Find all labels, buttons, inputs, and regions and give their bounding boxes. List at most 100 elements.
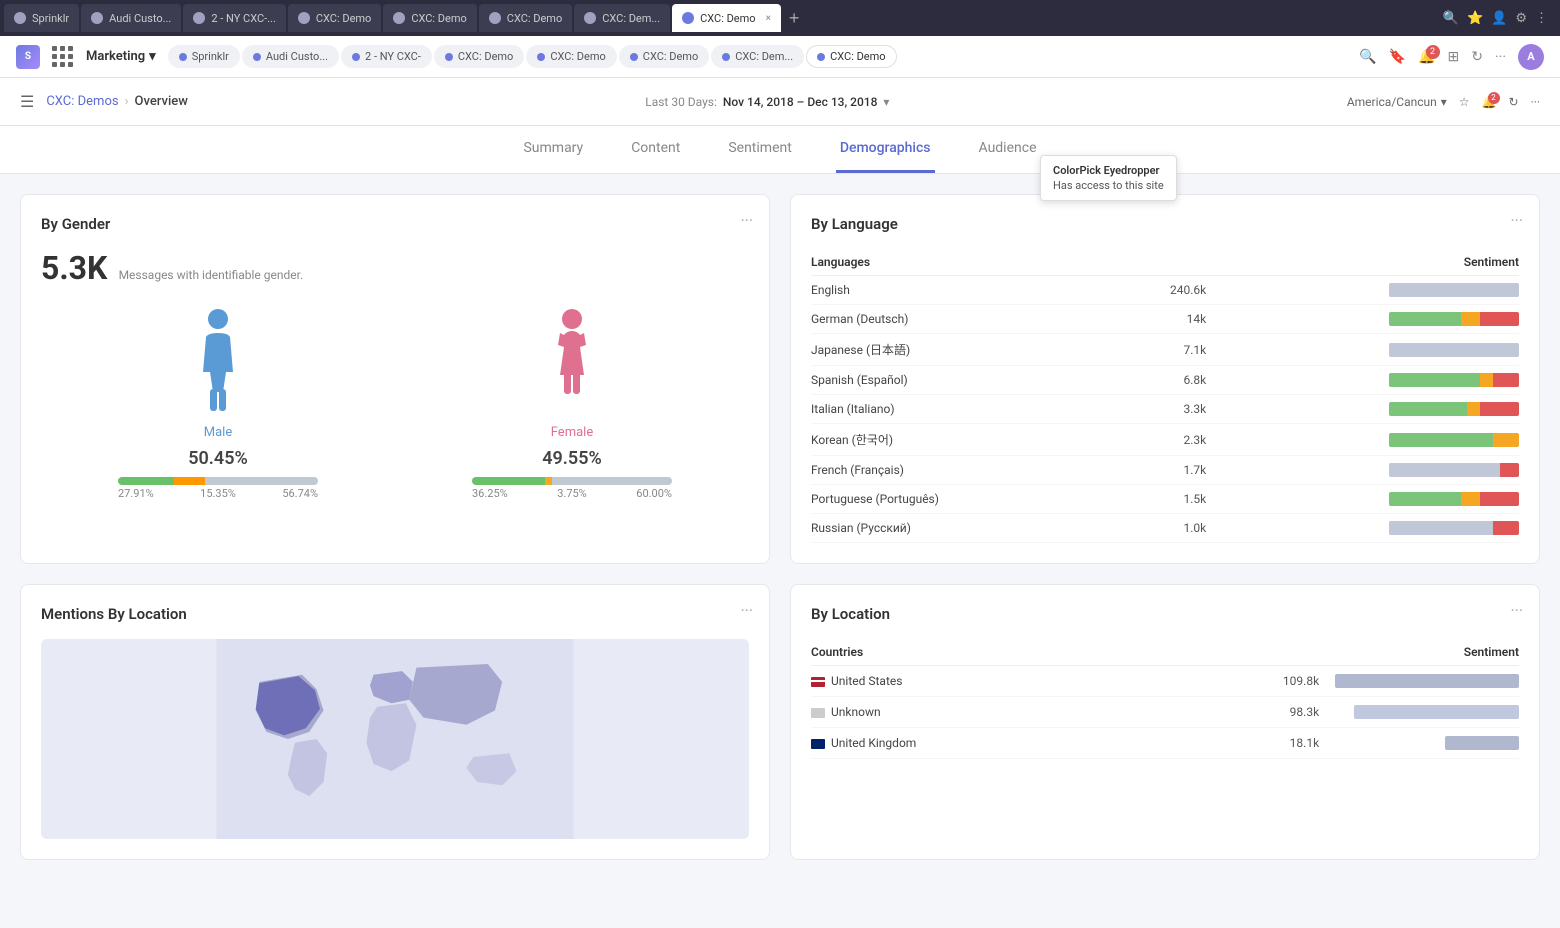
hamburger-icon[interactable]: ☰	[20, 92, 34, 111]
by-location-menu[interactable]: ···	[1510, 601, 1523, 620]
bell-secondary-icon[interactable]: 🔔 2	[1482, 95, 1497, 109]
more-secondary-icon[interactable]: ···	[1531, 95, 1540, 109]
male-percent: 50.45%	[188, 448, 248, 469]
browser-tab-cxc2[interactable]: CXC: Demo	[383, 4, 476, 32]
topbar-tab-d2[interactable]: CXC: Demo	[526, 45, 616, 68]
male-positive-pct: 27.91%	[118, 487, 154, 500]
location-row: United Kingdom18.1k	[811, 728, 1519, 759]
country-flag-icon	[811, 677, 825, 687]
settings-icon[interactable]: ⚙	[1515, 11, 1527, 26]
timezone-chevron-icon: ▾	[1441, 95, 1447, 109]
search-topbar-icon[interactable]: 🔍	[1359, 49, 1376, 65]
tab-content[interactable]: Content	[627, 126, 684, 173]
refresh-secondary-icon[interactable]: ↻	[1509, 95, 1519, 109]
refresh-topbar-icon[interactable]: ↻	[1471, 49, 1483, 65]
date-range-value: Nov 14, 2018 – Dec 13, 2018	[723, 95, 878, 109]
search-icon[interactable]: 🔍	[1443, 11, 1459, 26]
browser-tab-cxc3[interactable]: CXC: Demo	[479, 4, 572, 32]
timezone-selector[interactable]: America/Cancun ▾	[1347, 95, 1447, 109]
language-name: Italian (Italiano)	[811, 395, 1103, 424]
grid-topbar-icon[interactable]: ⊞	[1448, 49, 1460, 65]
language-name: English	[811, 276, 1103, 305]
female-icon	[542, 307, 602, 417]
male-figure: Male 50.45% 27.91% 15.35% 56.74%	[118, 307, 318, 500]
location-row: Unknown98.3k	[811, 697, 1519, 728]
language-count: 6.8k	[1103, 366, 1222, 395]
browser-tab-cxc4[interactable]: CXC: Dem...	[574, 4, 670, 32]
browser-tab-cxc-active[interactable]: CXC: Demo ×	[672, 4, 781, 32]
date-range-selector[interactable]: Last 30 Days: Nov 14, 2018 – Dec 13, 201…	[645, 95, 889, 109]
by-language-title: By Language	[811, 215, 1519, 233]
country-sentiment-bar	[1335, 728, 1519, 759]
topbar-tab-ny[interactable]: 2 - NY CXC-	[341, 45, 432, 68]
topbar-tab-d5[interactable]: CXC: Demo	[806, 45, 896, 68]
country-flag-icon	[811, 739, 825, 749]
breadcrumb-root[interactable]: CXC: Demos	[46, 94, 118, 109]
bookmark-icon[interactable]: ⭐	[1467, 11, 1483, 26]
marketing-dropdown[interactable]: Marketing ▾	[86, 49, 156, 64]
language-name: German (Deutsch)	[811, 305, 1103, 334]
more-icon[interactable]: ⋮	[1535, 11, 1548, 26]
star-icon[interactable]: ☆	[1459, 95, 1470, 109]
profile-icon[interactable]: 👤	[1491, 11, 1507, 26]
by-language-menu[interactable]: ···	[1510, 211, 1523, 230]
location-table: Countries Sentiment United States109.8kU…	[811, 639, 1519, 759]
female-sentiment-bar	[472, 477, 672, 485]
topbar-tab-sprinklr[interactable]: Sprinklr	[168, 45, 240, 68]
user-avatar[interactable]: A	[1518, 44, 1544, 70]
bookmark-topbar-icon[interactable]: 🔖	[1389, 49, 1406, 65]
country-name: United States	[811, 666, 1161, 697]
app-topbar: S Marketing ▾ Sprinklr Audi Custo... 2 -…	[0, 36, 1560, 78]
topbar-tab-d1[interactable]: CXC: Demo	[434, 45, 524, 68]
language-sentiment-bar	[1222, 456, 1519, 485]
main-tabs: Summary Content Sentiment Demographics A…	[0, 126, 1560, 174]
location-row: United States109.8k	[811, 666, 1519, 697]
language-sentiment-bar	[1222, 514, 1519, 543]
loc-col-countries: Countries	[811, 639, 1161, 666]
apps-grid-icon[interactable]	[52, 46, 74, 68]
new-tab-button[interactable]: +	[783, 8, 806, 29]
browser-tab-sprinklr[interactable]: Sprinklr	[4, 4, 79, 32]
loc-col-sentiment: Sentiment	[1335, 639, 1519, 666]
language-count: 1.5k	[1103, 485, 1222, 514]
language-count: 3.3k	[1103, 395, 1222, 424]
topbar-tab-d4[interactable]: CXC: Dem...	[711, 45, 804, 68]
country-name: United Kingdom	[811, 728, 1161, 759]
male-icon	[188, 307, 248, 417]
by-location-title: By Location	[811, 605, 1519, 623]
country-count: 18.1k	[1161, 728, 1335, 759]
browser-tab-ny[interactable]: 2 - NY CXC-...	[183, 4, 286, 32]
language-row: Portuguese (Português)1.5k	[811, 485, 1519, 514]
browser-tab-cxc1[interactable]: CXC: Demo	[288, 4, 381, 32]
language-name: French (Français)	[811, 456, 1103, 485]
tab-sentiment[interactable]: Sentiment	[724, 126, 795, 173]
breadcrumb-current: Overview	[135, 94, 188, 109]
mentions-location-menu[interactable]: ···	[740, 601, 753, 620]
female-percent: 49.55%	[542, 448, 602, 469]
male-label: Male	[204, 425, 232, 440]
female-negative-pct: 60.00%	[636, 487, 672, 500]
language-row: Italian (Italiano)3.3k	[811, 395, 1519, 424]
bell-topbar-icon[interactable]: 🔔 2	[1418, 49, 1435, 65]
topbar-tab-d3[interactable]: CXC: Demo	[619, 45, 709, 68]
tab-summary[interactable]: Summary	[519, 126, 587, 173]
by-gender-menu[interactable]: ···	[740, 211, 753, 230]
timezone-value: America/Cancun	[1347, 95, 1437, 109]
tab-demographics[interactable]: Demographics	[836, 126, 935, 173]
breadcrumb: CXC: Demos › Overview	[46, 94, 188, 109]
tab-audience[interactable]: Audience	[975, 126, 1041, 173]
male-sentiment-bar	[118, 477, 318, 485]
topbar-right: 🔍 🔖 🔔 2 ⊞ ↻ ··· A	[1359, 44, 1544, 70]
secondary-bar-right: America/Cancun ▾ ☆ 🔔 2 ↻ ···	[1347, 95, 1540, 109]
more-topbar-icon[interactable]: ···	[1495, 49, 1506, 65]
browser-tab-audi[interactable]: Audi Custo...	[81, 4, 181, 32]
language-count: 240.6k	[1103, 276, 1222, 305]
language-row: Japanese (日本語)7.1k	[811, 334, 1519, 366]
by-location-card: By Location ··· Countries Sentiment Unit…	[790, 584, 1540, 860]
gender-figures: Male 50.45% 27.91% 15.35% 56.74%	[41, 307, 749, 500]
secondary-bar: ☰ CXC: Demos › Overview Last 30 Days: No…	[0, 78, 1560, 126]
mentions-location-title: Mentions By Location	[41, 605, 749, 623]
language-row: English240.6k	[811, 276, 1519, 305]
topbar-tab-audi[interactable]: Audi Custo...	[242, 45, 339, 68]
world-map-svg	[41, 639, 749, 839]
